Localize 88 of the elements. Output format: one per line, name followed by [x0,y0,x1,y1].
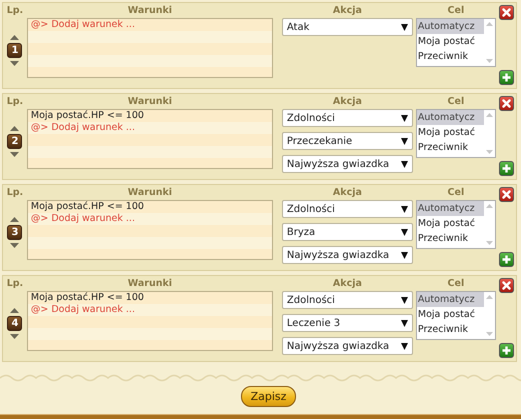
action-dropdown[interactable]: Najwyższa gwiazdka [282,155,413,173]
rule-number: 2 [7,134,22,148]
plus-icon [500,162,513,175]
caret-icon [400,160,408,168]
rule-number: 3 [7,224,22,240]
close-icon [500,279,513,292]
target-option[interactable]: Moja postać [416,216,484,231]
action-dropdown[interactable]: Przeczekanie [282,132,413,150]
target-option[interactable]: Przeciwnik [416,231,484,246]
rule-number: 4 [7,316,22,330]
add-button[interactable] [498,70,514,85]
move-down-icon[interactable] [10,152,20,156]
move-up-icon[interactable] [10,308,20,312]
column-header: Cel [448,186,464,200]
move-up-icon[interactable] [10,216,20,222]
column-header: Warunki [128,95,172,109]
target-listbox[interactable]: Automatycz Moja postać Przeciwnik [416,18,496,67]
delete-button[interactable] [498,278,514,293]
column-header: Cel [448,277,464,291]
action-dropdown[interactable]: Leczenie 3 [282,314,413,332]
column-header: Lp. [6,95,24,109]
delete-button[interactable] [498,187,514,202]
column-header: Akcja [332,277,362,291]
move-down-icon[interactable] [10,60,20,66]
column-header: Cel [448,95,464,109]
condition-item[interactable]: Moja postać.HP <= 100 [30,201,272,213]
target-listbox[interactable]: Automatycz Moja postać Przeciwnik [416,291,496,340]
column-header: Lp. [6,277,24,291]
column-header: Akcja [332,95,362,109]
column-header: Warunki [128,277,172,291]
add-button[interactable] [498,343,514,358]
add-condition-link[interactable]: @> Dodaj warunek ... [30,304,272,316]
column-header: Warunki [128,4,172,18]
target-option[interactable]: Automatycz [416,19,484,34]
column-header: Cel [448,4,464,18]
column-header: Lp. [6,186,24,200]
rule-number: 1 [7,42,22,58]
delete-button[interactable] [498,5,514,20]
column-header: Akcja [332,186,362,200]
target-listbox[interactable]: Automatycz Moja postać Przeciwnik [416,109,496,158]
caret-icon [400,114,408,122]
delete-button[interactable] [498,96,514,111]
caret-icon [400,138,408,144]
target-option[interactable]: Przeciwnik [416,140,484,155]
action-dropdown[interactable]: Najwyższa gwiazdka [282,246,413,264]
move-up-icon[interactable] [10,34,20,40]
close-icon [500,97,513,110]
add-condition-link[interactable]: @> Dodaj warunek ... [30,213,272,225]
plus-icon [500,253,513,266]
condition-item[interactable]: Moja postać.HP <= 100 [30,110,272,122]
action-dropdown[interactable]: Zdolności [282,109,413,127]
action-dropdown[interactable]: Bryza [282,223,413,241]
target-option[interactable]: Automatycz [416,110,484,125]
target-option[interactable]: Automatycz [416,292,484,307]
column-header: Lp. [6,4,24,18]
plus-icon [500,71,513,84]
add-condition-link[interactable]: @> Dodaj warunek ... [30,19,272,31]
target-option[interactable]: Automatycz [416,201,484,216]
caret-icon [400,228,408,236]
target-option[interactable]: Moja postać [416,125,484,140]
target-listbox[interactable]: Automatycz Moja postać Przeciwnik [416,200,496,249]
caret-icon [400,296,408,304]
move-down-icon[interactable] [10,242,20,248]
add-condition-link[interactable]: @> Dodaj warunek ... [30,122,272,134]
action-dropdown[interactable]: Atak [282,18,413,36]
caret-icon [400,206,408,212]
action-dropdown[interactable]: Zdolności [282,200,413,218]
column-header: Akcja [332,4,362,18]
target-option[interactable]: Przeciwnik [416,49,484,64]
action-dropdown[interactable]: Zdolności [282,291,413,309]
target-option[interactable]: Moja postać [416,307,484,322]
caret-icon [400,320,408,326]
close-icon [500,6,513,19]
caret-icon [400,24,408,30]
column-header: Warunki [128,186,172,200]
caret-icon [400,342,408,350]
move-up-icon[interactable] [10,126,20,130]
move-down-icon[interactable] [10,334,20,338]
add-button[interactable] [498,252,514,267]
condition-item[interactable]: Moja postać.HP <= 100 [30,292,272,304]
save-button[interactable]: Zapisz [240,386,296,407]
target-option[interactable]: Moja postać [416,34,484,49]
close-icon [500,188,513,201]
add-button[interactable] [498,161,514,176]
target-option[interactable]: Przeciwnik [416,322,484,337]
action-dropdown[interactable]: Najwyższa gwiazdka [282,337,413,355]
caret-icon [400,252,408,258]
plus-icon [500,344,513,357]
